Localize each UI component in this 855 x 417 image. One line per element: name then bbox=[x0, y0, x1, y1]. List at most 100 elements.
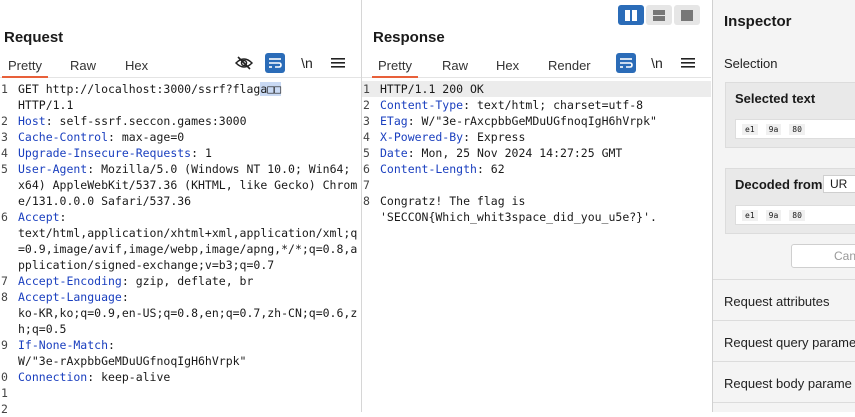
request-query-parameters-section[interactable]: Request query parame bbox=[724, 335, 855, 350]
eye-slash-icon bbox=[235, 56, 253, 70]
code-line[interactable]: 6 Content-Length: 62 bbox=[362, 161, 711, 177]
header-name: Accept bbox=[18, 210, 60, 224]
line-content: Accept-Encoding: gzip, deflate, br bbox=[13, 273, 361, 289]
header-name: X-Powered-By bbox=[380, 130, 464, 144]
line-number: 7 bbox=[363, 178, 370, 192]
line-number: 5 bbox=[363, 146, 370, 160]
wrap-lines-button[interactable] bbox=[265, 53, 285, 73]
code-line[interactable]: 1 bbox=[0, 385, 361, 401]
header-name: Date bbox=[380, 146, 408, 160]
code-line[interactable]: 0 Connection: keep-alive bbox=[0, 369, 361, 385]
code-line[interactable]: 2 Host: self-ssrf.seccon.games:3000 bbox=[0, 113, 361, 129]
line-content: GET http://localhost:3000/ssrf?flaga□□ H… bbox=[13, 81, 361, 113]
tab-pretty[interactable]: Pretty bbox=[2, 58, 48, 78]
line-number: 5 bbox=[1, 162, 8, 176]
line-number: 7 bbox=[1, 274, 8, 288]
text-segment: : max-age=0 bbox=[108, 130, 185, 144]
code-line[interactable]: 5 User-Agent: Mozilla/5.0 (Windows NT 10.… bbox=[0, 161, 361, 209]
line-number: 2 bbox=[363, 98, 370, 112]
code-line[interactable]: 2 Content-Type: text/html; charset=utf-8 bbox=[362, 97, 711, 113]
wrap-icon bbox=[269, 58, 282, 68]
request-menu-button[interactable] bbox=[328, 53, 348, 73]
request-editor[interactable]: 1 GET http://localhost:3000/ssrf?flaga□□ … bbox=[0, 81, 361, 416]
line-content: If-None-Match: W/"3e-rAxpbbGeMDuUGfnoqIg… bbox=[13, 337, 361, 369]
line-content bbox=[13, 401, 361, 417]
show-newlines-button[interactable]: \n bbox=[297, 53, 317, 73]
line-content: Congratz! The flag is 'SECCON{Which_whit… bbox=[375, 193, 711, 225]
text-segment: : W/"3e-rAxcpbbGeMDuUGfnoqIgH6hVrpk" bbox=[407, 114, 657, 128]
line-content: X-Powered-By: Express bbox=[375, 129, 711, 145]
show-newlines-button[interactable]: \n bbox=[647, 53, 667, 73]
line-number: 1 bbox=[1, 386, 8, 400]
line-content: ETag: W/"3e-rAxcpbbGeMDuUGfnoqIgH6hVrpk" bbox=[375, 113, 711, 129]
tab-raw[interactable]: Raw bbox=[70, 58, 96, 73]
text-segment: : gzip, deflate, br bbox=[121, 274, 254, 288]
header-name: Accept-Language bbox=[18, 290, 122, 304]
response-menu-button[interactable] bbox=[678, 53, 698, 73]
code-line[interactable]: 3 Cache-Control: max-age=0 bbox=[0, 129, 361, 145]
header-name: Upgrade-Insecure-Requests bbox=[18, 146, 192, 160]
header-name: Content-Type bbox=[380, 98, 464, 112]
text-segment: HTTP/1.1 200 OK bbox=[380, 82, 484, 96]
text-segment: : Express bbox=[463, 130, 526, 144]
code-line[interactable]: 5 Date: Mon, 25 Nov 2024 14:27:25 GMT bbox=[362, 145, 711, 161]
line-content: Host: self-ssrf.seccon.games:3000 bbox=[13, 113, 361, 129]
text-segment: : text/html,application/xhtml+xml,applic… bbox=[18, 210, 358, 272]
code-line[interactable]: 4 Upgrade-Insecure-Requests: 1 bbox=[0, 145, 361, 161]
text-segment: GET http://localhost:3000/ssrf?flag bbox=[18, 82, 261, 96]
line-number: 6 bbox=[363, 162, 370, 176]
line-content: Content-Length: 62 bbox=[375, 161, 711, 177]
decoded-hex-row[interactable]: e1 9a 80 bbox=[735, 205, 855, 225]
code-line[interactable]: 7 bbox=[362, 177, 711, 193]
text-segment: Congratz! The flag is 'SECCON{Which_whit… bbox=[380, 194, 657, 224]
decoded-from-label: Decoded from: bbox=[735, 177, 827, 192]
wrap-lines-button[interactable] bbox=[616, 53, 636, 73]
response-title: Response bbox=[373, 29, 445, 46]
response-pane: Response Pretty Raw Hex Render \n 1 HTTP/… bbox=[362, 0, 711, 412]
hex-byte: e1 bbox=[742, 209, 758, 221]
tab-raw[interactable]: Raw bbox=[442, 58, 468, 73]
line-number: 8 bbox=[1, 290, 8, 304]
code-line[interactable]: 9 If-None-Match: W/"3e-rAxpbbGeMDuUGfnoqI… bbox=[0, 337, 361, 369]
request-attributes-section[interactable]: Request attributes bbox=[724, 294, 830, 309]
line-number: 8 bbox=[363, 194, 370, 208]
line-number: 2 bbox=[1, 402, 8, 416]
line-number: 1 bbox=[1, 82, 8, 96]
line-number: 1 bbox=[363, 82, 370, 96]
code-line[interactable]: 2 bbox=[0, 401, 361, 417]
line-content: Cache-Control: max-age=0 bbox=[13, 129, 361, 145]
header-name: Connection bbox=[18, 370, 88, 384]
code-line[interactable]: 7 Accept-Encoding: gzip, deflate, br bbox=[0, 273, 361, 289]
line-content: User-Agent: Mozilla/5.0 (Windows NT 10.0… bbox=[13, 161, 361, 209]
line-content: Accept-Language: ko-KR,ko;q=0.9,en-US;q=… bbox=[13, 289, 361, 337]
divider bbox=[713, 402, 855, 403]
code-line[interactable]: 1 GET http://localhost:3000/ssrf?flaga□□ … bbox=[0, 81, 361, 113]
code-line[interactable]: 3 ETag: W/"3e-rAxcpbbGeMDuUGfnoqIgH6hVrpk… bbox=[362, 113, 711, 129]
request-body-parameters-section[interactable]: Request body parame bbox=[724, 376, 852, 391]
hide-nonprinting-button[interactable] bbox=[234, 53, 254, 73]
tab-hex[interactable]: Hex bbox=[125, 58, 148, 73]
tab-pretty[interactable]: Pretty bbox=[372, 58, 418, 78]
response-editor[interactable]: 1 HTTP/1.1 200 OK 2 Content-Type: text/html… bbox=[362, 81, 711, 412]
line-content bbox=[375, 177, 711, 193]
header-name: If-None-Match bbox=[18, 338, 109, 352]
header-name: Content-Length bbox=[380, 162, 477, 176]
tab-render[interactable]: Render bbox=[548, 58, 591, 73]
selected-hex-row[interactable]: e1 9a 80 bbox=[735, 119, 855, 139]
code-line[interactable]: 4 X-Powered-By: Express bbox=[362, 129, 711, 145]
code-line[interactable]: 8 Congratz! The flag is 'SECCON{Which_whi… bbox=[362, 193, 711, 225]
line-content bbox=[13, 385, 361, 401]
selected-text-box: Selected text e1 9a 80 bbox=[725, 82, 855, 148]
line-number: 9 bbox=[1, 338, 8, 352]
line-content: Accept: text/html,application/xhtml+xml,… bbox=[13, 209, 361, 273]
code-line[interactable]: 1 HTTP/1.1 200 OK bbox=[362, 81, 711, 97]
decoding-select[interactable]: UR bbox=[823, 175, 855, 193]
selected-text: a□□ bbox=[260, 82, 282, 96]
cancel-button[interactable]: Canc bbox=[791, 244, 855, 268]
line-number: 3 bbox=[363, 114, 370, 128]
code-line[interactable]: 6 Accept: text/html,application/xhtml+xml… bbox=[0, 209, 361, 273]
code-line[interactable]: 8 Accept-Language: ko-KR,ko;q=0.9,en-US;q… bbox=[0, 289, 361, 337]
tab-hex[interactable]: Hex bbox=[496, 58, 519, 73]
selected-text-label: Selected text bbox=[735, 91, 816, 106]
text-segment: : keep-alive bbox=[87, 370, 171, 384]
